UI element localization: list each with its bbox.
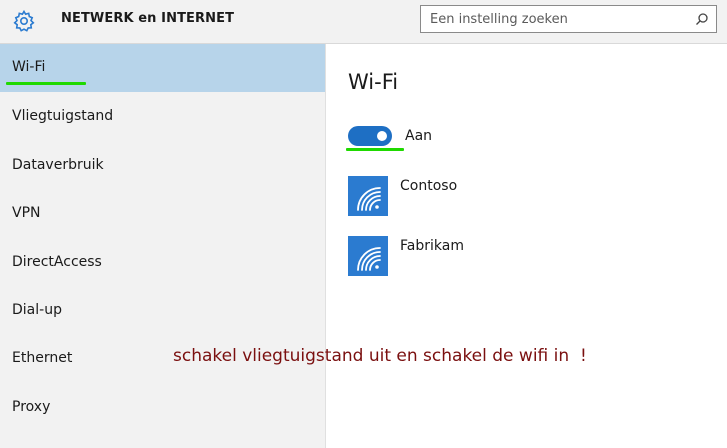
network-name: Fabrikam (400, 238, 464, 254)
instruction-annotation: schakel vliegtuigstand uit en schakel de… (173, 346, 587, 366)
sidebar-item-dataverbruik[interactable]: Dataverbruik (0, 142, 325, 190)
sidebar-item-label: DirectAccess (12, 254, 102, 270)
sidebar-item-label: VPN (12, 205, 41, 221)
search-icon[interactable] (695, 12, 709, 26)
sidebar-item-vliegtuigstand[interactable]: Vliegtuigstand (0, 93, 325, 141)
wifi-icon (348, 236, 388, 276)
toggle-knob (377, 131, 387, 141)
sidebar-item-directaccess[interactable]: DirectAccess (0, 239, 325, 287)
network-name: Contoso (400, 178, 458, 194)
wifi-icon (348, 176, 388, 216)
search-box[interactable] (420, 5, 717, 33)
network-item-fabrikam[interactable]: Fabrikam (348, 236, 588, 280)
highlight-underline (6, 82, 86, 85)
highlight-underline (346, 148, 404, 151)
sidebar-item-label: Vliegtuigstand (12, 108, 114, 124)
search-input[interactable] (430, 10, 680, 28)
sidebar-item-proxy[interactable]: Proxy (0, 384, 325, 432)
toggle-state-label: Aan (405, 128, 433, 144)
sidebar-item-label: Dataverbruik (12, 157, 104, 173)
sidebar: Wi-Fi Vliegtuigstand Dataverbruik VPN Di… (0, 44, 326, 448)
sidebar-item-dial-up[interactable]: Dial-up (0, 287, 325, 335)
sidebar-item-vpn[interactable]: VPN (0, 190, 325, 238)
sidebar-item-label: Wi-Fi (12, 59, 46, 75)
sidebar-item-wifi[interactable]: Wi-Fi (0, 44, 325, 92)
gear-icon[interactable] (12, 9, 36, 33)
page-title: NETWERK en INTERNET (61, 11, 235, 26)
wifi-toggle[interactable] (348, 126, 392, 146)
sidebar-item-label: Dial-up (12, 302, 62, 318)
section-title: Wi-Fi (348, 70, 399, 94)
sidebar-item-label: Ethernet (12, 350, 73, 366)
sidebar-item-label: Proxy (12, 399, 51, 415)
header-bar: NETWERK en INTERNET (0, 0, 727, 44)
network-item-contoso[interactable]: Contoso (348, 176, 588, 220)
